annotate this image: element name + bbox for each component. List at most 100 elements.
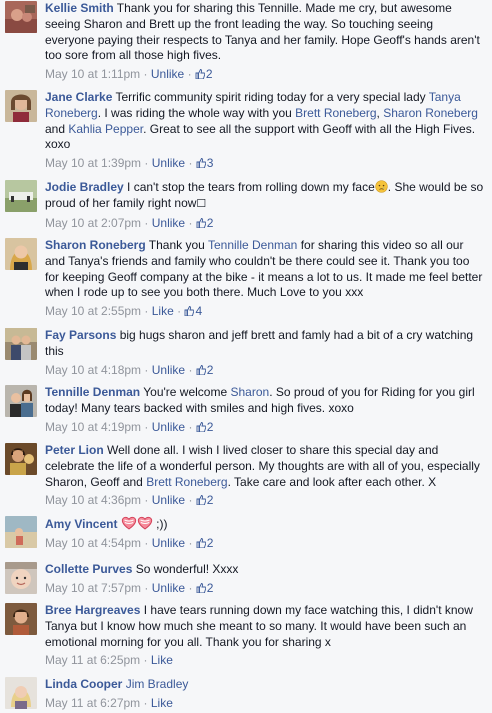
unknown-glyph: ☐	[196, 197, 207, 210]
separator: ·	[188, 580, 193, 595]
comment-author[interactable]: Amy Vincent	[45, 517, 117, 531]
comment-meta: May 10 at 1:39pm · Unlike · 3	[45, 156, 484, 171]
thumbs-up-icon	[185, 306, 195, 317]
comment-author[interactable]: Collette Purves	[45, 562, 132, 576]
unlike-button[interactable]: Unlike	[152, 216, 185, 230]
like-count[interactable]: 3	[196, 156, 213, 170]
like-count[interactable]: 2	[196, 493, 213, 507]
mention-link[interactable]: Brett Roneberg	[146, 475, 227, 489]
like-button[interactable]: Like	[151, 653, 173, 667]
comment-meta: May 10 at 4:36pm · Unlike · 2	[45, 493, 484, 508]
thumbs-up-icon	[196, 537, 206, 548]
unlike-button[interactable]: Unlike	[152, 363, 185, 377]
comment-text: ;))	[152, 517, 168, 531]
separator: ·	[144, 304, 149, 319]
comment-author[interactable]: Tennille Denman	[45, 385, 140, 399]
avatar[interactable]	[5, 90, 37, 122]
like-button[interactable]: Like	[152, 304, 174, 318]
separator: ·	[143, 653, 148, 668]
thumbs-up-icon	[196, 158, 206, 169]
comment-text: and	[45, 121, 69, 136]
thumbs-up-icon	[196, 217, 206, 228]
like-button[interactable]: Like	[151, 696, 173, 710]
comment-author[interactable]: Jane Clarke	[45, 90, 112, 104]
separator: ·	[144, 535, 149, 550]
mention-link[interactable]: Sharon	[231, 385, 270, 399]
comment-timestamp[interactable]: May 10 at 1:11pm	[45, 67, 140, 81]
comment-timestamp[interactable]: May 10 at 4:54pm	[45, 536, 141, 550]
avatar[interactable]	[5, 328, 37, 360]
avatar[interactable]	[5, 443, 37, 475]
comment-author[interactable]: Fay Parsons	[45, 328, 116, 342]
comment-text: You're welcome	[140, 385, 231, 399]
mention-link[interactable]: Tennille Denman	[208, 238, 297, 252]
comment-timestamp[interactable]: May 10 at 4:19pm	[45, 420, 141, 434]
comment-text: . I was riding the whole way with you	[97, 105, 296, 120]
like-count[interactable]: 4	[184, 304, 202, 318]
unlike-button[interactable]: Unlike	[152, 156, 185, 170]
separator: ·	[144, 362, 149, 377]
separator: ·	[188, 493, 193, 508]
comment-timestamp[interactable]: May 10 at 4:18pm	[45, 363, 141, 377]
like-count[interactable]: 2	[195, 67, 213, 81]
thumbs-up-icon	[196, 495, 206, 506]
comment-meta: May 10 at 4:19pm · Unlike · 2	[45, 420, 484, 435]
avatar[interactable]	[5, 180, 37, 212]
avatar[interactable]	[5, 1, 37, 33]
separator: ·	[187, 67, 192, 82]
comment-author[interactable]: Linda Cooper	[45, 677, 122, 691]
separator: ·	[144, 493, 149, 508]
comment-author[interactable]: Sharon Roneberg	[45, 238, 146, 252]
separator: ·	[188, 156, 193, 171]
thumbs-up-icon	[196, 421, 206, 432]
separator: ·	[188, 362, 193, 377]
avatar[interactable]	[5, 238, 37, 270]
comment-meta: May 10 at 7:57pm · Unlike · 2	[45, 581, 484, 596]
comment-author[interactable]: Kellie Smith	[45, 1, 114, 15]
mention-link[interactable]: Kahlia Pepper	[68, 122, 143, 136]
separator: ·	[188, 419, 193, 434]
comment-meta: May 11 at 6:27pm · Like	[45, 696, 484, 711]
comment-meta: May 10 at 2:07pm · Unlike · 2	[45, 216, 484, 231]
comment-timestamp[interactable]: May 10 at 2:55pm	[45, 304, 141, 318]
comment-meta: May 10 at 4:18pm · Unlike · 2	[45, 363, 484, 378]
comment-author[interactable]: Peter Lion	[45, 443, 104, 457]
heart-icon	[137, 516, 152, 530]
comment-timestamp[interactable]: May 10 at 7:57pm	[45, 581, 141, 595]
comment-meta: May 10 at 2:55pm · Like · 4	[45, 304, 484, 319]
comment-timestamp[interactable]: May 10 at 1:39pm	[45, 156, 141, 170]
unlike-button[interactable]: Unlike	[151, 67, 184, 81]
comment-author[interactable]: Bree Hargreaves	[45, 603, 140, 617]
avatar[interactable]	[5, 385, 37, 417]
comment-author[interactable]: Jodie Bradley	[45, 180, 124, 194]
comment-text: Terrific community spirit riding today f…	[112, 90, 429, 104]
comment-timestamp[interactable]: May 10 at 4:36pm	[45, 493, 141, 507]
mention-link[interactable]: Jim Bradley	[126, 677, 189, 691]
like-count[interactable]: 2	[196, 216, 213, 230]
avatar[interactable]	[5, 562, 37, 594]
like-count[interactable]: 2	[196, 420, 213, 434]
avatar[interactable]	[5, 603, 37, 635]
unlike-button[interactable]: Unlike	[152, 493, 185, 507]
thumbs-up-icon	[195, 69, 205, 80]
thumbs-up-icon	[196, 364, 206, 375]
comment-timestamp[interactable]: May 11 at 6:27pm	[45, 696, 140, 710]
comment-timestamp[interactable]: May 10 at 2:07pm	[45, 216, 141, 230]
mention-link[interactable]: Sharon Roneberg	[383, 106, 478, 120]
avatar[interactable]	[5, 677, 37, 709]
like-count[interactable]: 2	[196, 363, 213, 377]
unlike-button[interactable]: Unlike	[152, 536, 185, 550]
comments-list: Kellie Smith Thank you for sharing this …	[0, 0, 492, 713]
unlike-button[interactable]: Unlike	[152, 581, 185, 595]
unlike-button[interactable]: Unlike	[152, 420, 185, 434]
separator: ·	[188, 215, 193, 230]
like-count[interactable]: 2	[196, 536, 213, 550]
avatar[interactable]	[5, 516, 37, 548]
comment-text: Thank you	[145, 238, 208, 252]
mention-link[interactable]: Brett Roneberg	[295, 106, 376, 120]
comment-text: I can't stop the tears from rolling down…	[123, 180, 375, 194]
comment-timestamp[interactable]: May 11 at 6:25pm	[45, 653, 140, 667]
like-count[interactable]: 2	[196, 581, 213, 595]
separator: ·	[144, 580, 149, 595]
separator: ·	[144, 215, 149, 230]
